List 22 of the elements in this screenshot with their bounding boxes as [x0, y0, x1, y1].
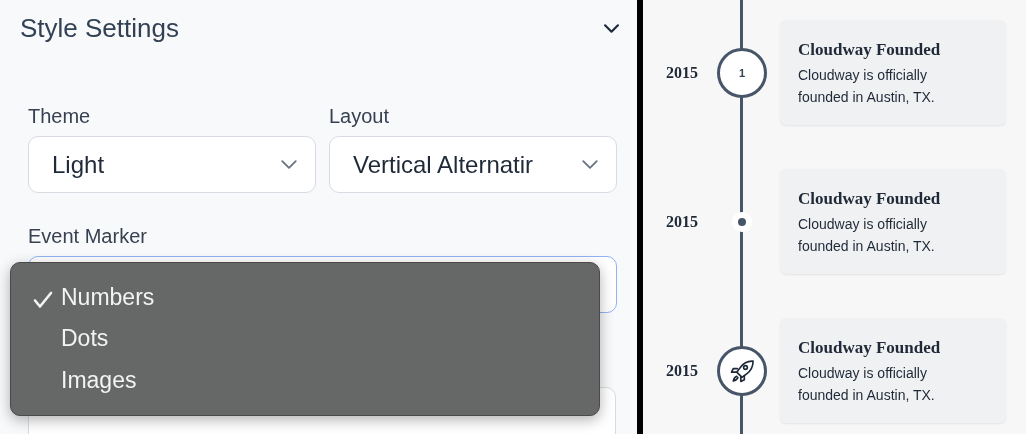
chevron-icon[interactable]	[604, 23, 619, 33]
event-title: Cloudway Founded	[798, 338, 942, 358]
menu-option[interactable]: Dots	[11, 318, 599, 360]
event-title: Cloudway Founded	[798, 40, 942, 60]
event-description: Cloudway is officially founded in Austin, TX.	[798, 215, 936, 256]
field-label: Event Marker	[28, 225, 148, 248]
select-field[interactable]: Vertical Alternatir	[329, 136, 617, 193]
menu-option[interactable]: Images	[11, 359, 599, 401]
field-label: Layout	[329, 105, 391, 128]
event-description: Cloudway is officially founded in Austin, TX.	[798, 66, 936, 107]
year-label: 2015	[665, 361, 699, 380]
event-description: Cloudway is officially founded in Austin, TX.	[798, 364, 936, 405]
field-label: Theme	[28, 105, 92, 128]
select-field[interactable]: Light	[28, 136, 316, 193]
chevron-icon	[281, 160, 297, 169]
chevron-icon	[582, 160, 598, 169]
event-title: Cloudway Founded	[798, 189, 942, 209]
number-marker: 1	[717, 47, 767, 98]
year-label: 2015	[665, 212, 699, 231]
menu-option[interactable]: Numbers	[11, 277, 599, 319]
panel-title: Style Settings	[20, 12, 179, 44]
year-label: 2015	[665, 63, 699, 82]
